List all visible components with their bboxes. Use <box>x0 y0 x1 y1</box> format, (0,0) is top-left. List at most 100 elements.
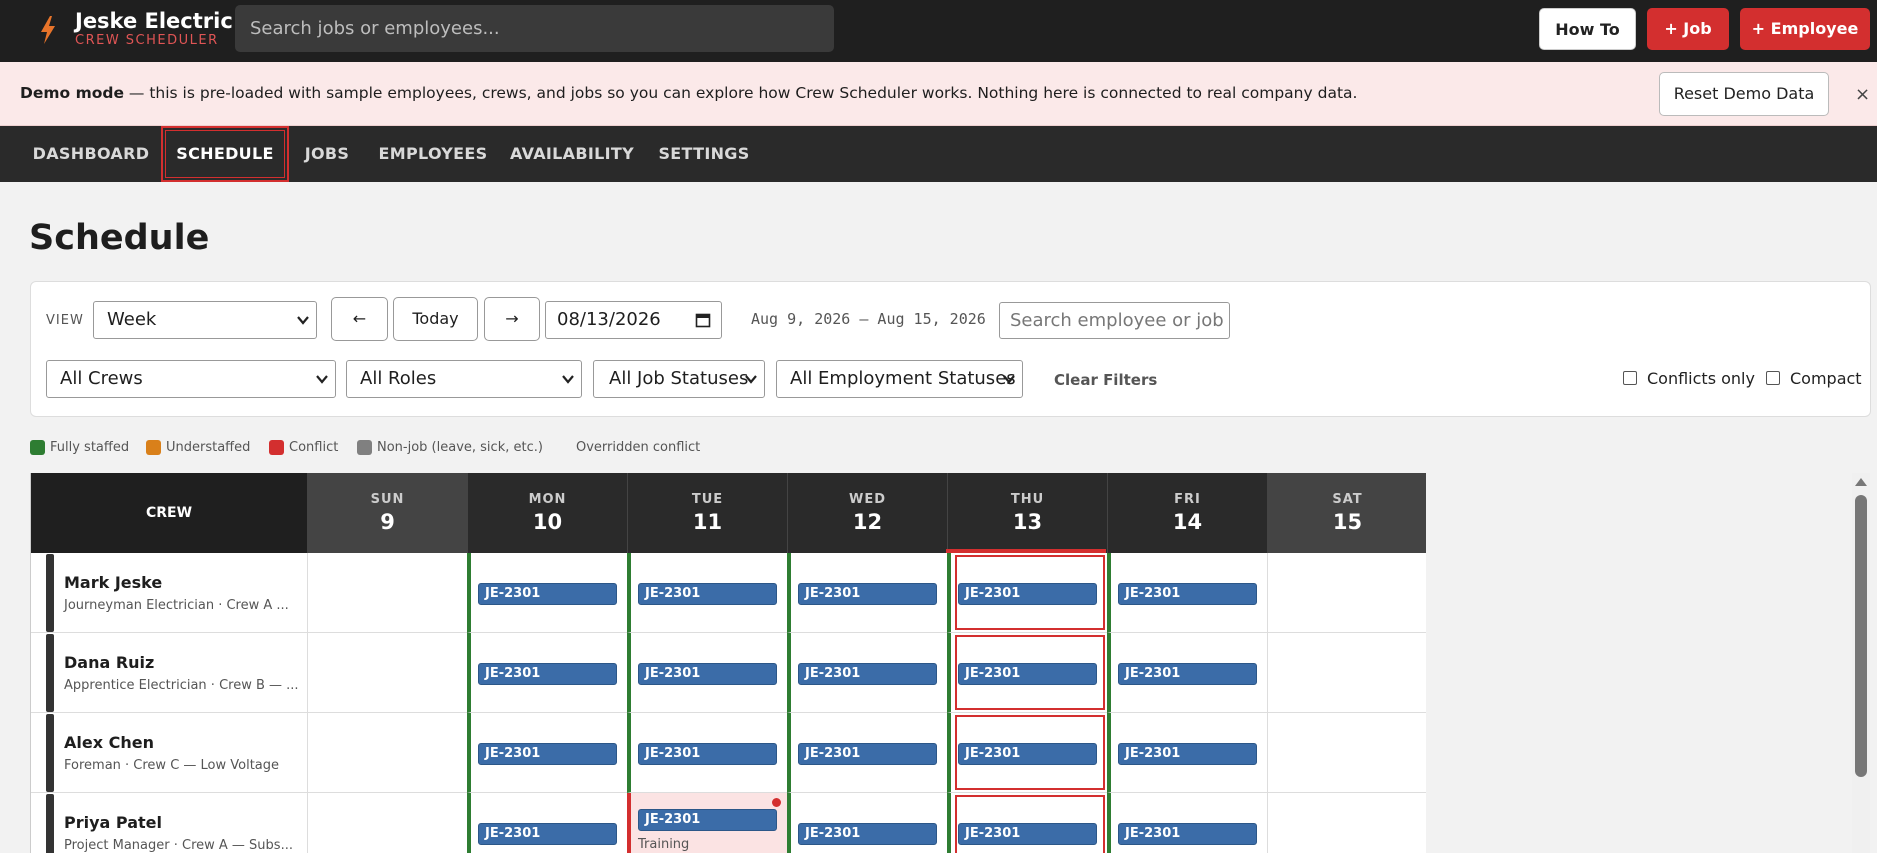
job-pill[interactable]: JE-2301 <box>638 743 777 765</box>
legend-swatch-understaffed <box>146 440 161 455</box>
view-select[interactable]: Week <box>93 301 317 339</box>
calendar-icon <box>695 313 711 328</box>
job-pill[interactable]: JE-2301 <box>958 663 1097 685</box>
job-pill[interactable]: JE-2301 <box>798 743 937 765</box>
how-to-button[interactable]: How To <box>1539 8 1636 50</box>
add-employee-button[interactable]: + Employee <box>1740 8 1870 50</box>
previous-week-button[interactable]: ← <box>331 297 388 341</box>
schedule-cell[interactable] <box>307 793 467 853</box>
schedule-cell[interactable]: JE-2301 <box>467 553 627 633</box>
schedule-cell[interactable]: JE-2301 <box>627 633 787 713</box>
schedule-cell[interactable]: JE-2301 <box>787 713 947 793</box>
crew-row-header[interactable]: Priya Patel Project Manager · Crew A — S… <box>31 793 307 853</box>
compact-label[interactable]: Compact <box>1790 369 1862 388</box>
close-icon[interactable]: × <box>1855 84 1870 105</box>
schedule-cell[interactable] <box>1267 553 1426 633</box>
schedule-cell[interactable]: JE-2301 <box>947 633 1107 713</box>
job-pill[interactable]: JE-2301 <box>1118 663 1257 685</box>
crew-row-header[interactable]: Dana Ruiz Apprentice Electrician · Crew … <box>31 633 307 713</box>
schedule-cell[interactable]: JE-2301 <box>1107 633 1267 713</box>
schedule-cell[interactable]: JE-2301 <box>467 793 627 853</box>
employee-role: Project Manager · Crew A — Subs... <box>64 838 293 853</box>
day-of-week: THU <box>1010 492 1045 507</box>
schedule-cell[interactable]: JE-2301 <box>787 793 947 853</box>
job-pill[interactable]: JE-2301 <box>798 663 937 685</box>
job-pill[interactable]: JE-2301 <box>478 583 617 605</box>
employee-job-search-input[interactable]: Search employee or job <box>999 302 1230 339</box>
schedule-cell[interactable]: JE-2301 <box>1107 713 1267 793</box>
day-header-mon: MON 10 <box>467 473 627 553</box>
chevron-down-icon <box>745 375 757 384</box>
schedule-cell[interactable] <box>307 713 467 793</box>
job-pill[interactable]: JE-2301 <box>958 583 1097 605</box>
schedule-cell[interactable]: JE-2301 <box>1107 553 1267 633</box>
non-job-label: Training <box>638 837 690 852</box>
add-job-button[interactable]: + Job <box>1647 8 1729 50</box>
employment-status-filter-select[interactable]: All Employment Statuses <box>776 360 1023 398</box>
tab-dashboard[interactable]: DASHBOARD <box>22 126 160 182</box>
job-pill[interactable]: JE-2301 <box>478 823 617 845</box>
job-pill[interactable]: JE-2301 <box>1118 743 1257 765</box>
tab-availability[interactable]: AVAILABILITY <box>505 126 639 182</box>
schedule-cell[interactable] <box>1267 713 1426 793</box>
crew-row-header[interactable]: Alex Chen Foreman · Crew C — Low Voltage <box>31 713 307 793</box>
schedule-cell-conflict[interactable]: JE-2301 Training <box>627 793 787 853</box>
schedule-cell[interactable]: JE-2301 <box>467 633 627 713</box>
day-number: 11 <box>692 510 723 534</box>
next-week-button[interactable]: → <box>484 297 540 341</box>
job-pill[interactable]: JE-2301 <box>478 743 617 765</box>
schedule-cell[interactable]: JE-2301 <box>627 553 787 633</box>
clear-filters-button[interactable]: Clear Filters <box>1054 371 1157 389</box>
today-button[interactable]: Today <box>393 297 478 341</box>
date-picker-input[interactable]: 08/13/2026 <box>545 301 722 339</box>
job-pill[interactable]: JE-2301 <box>958 743 1097 765</box>
global-search-input[interactable]: Search jobs or employees... <box>235 5 834 52</box>
reset-demo-data-button[interactable]: Reset Demo Data <box>1659 72 1829 116</box>
scrollbar-thumb[interactable] <box>1855 495 1867 777</box>
job-status-filter-value: All Job Statuses <box>609 368 749 389</box>
job-pill[interactable]: JE-2301 <box>638 809 777 831</box>
scroll-up-arrow-icon[interactable] <box>1855 478 1867 486</box>
day-header-wed: WED 12 <box>787 473 947 553</box>
schedule-cell[interactable]: JE-2301 <box>947 793 1107 853</box>
schedule-cell[interactable] <box>307 553 467 633</box>
legend-swatch-fully-staffed <box>30 440 45 455</box>
job-pill[interactable]: JE-2301 <box>638 663 777 685</box>
lightning-bolt-icon <box>41 16 55 44</box>
top-bar: Jeske Electric CREW SCHEDULER Search job… <box>0 0 1877 62</box>
conflicts-only-checkbox[interactable] <box>1623 371 1637 385</box>
tab-employees[interactable]: EMPLOYEES <box>371 126 495 182</box>
job-status-filter-select[interactable]: All Job Statuses <box>593 360 765 398</box>
schedule-cell[interactable]: JE-2301 <box>947 553 1107 633</box>
schedule-cell[interactable]: JE-2301 <box>787 553 947 633</box>
tab-settings[interactable]: SETTINGS <box>650 126 758 182</box>
view-label: VIEW <box>46 313 84 328</box>
schedule-cell[interactable]: JE-2301 <box>787 633 947 713</box>
conflicts-only-label[interactable]: Conflicts only <box>1647 369 1755 388</box>
legend-overridden-conflict: Overridden conflict <box>576 440 701 455</box>
job-pill[interactable]: JE-2301 <box>798 823 937 845</box>
job-pill[interactable]: JE-2301 <box>1118 583 1257 605</box>
brand-name: Jeske Electric <box>75 9 233 33</box>
roles-filter-select[interactable]: All Roles <box>346 360 582 398</box>
schedule-cell[interactable] <box>1267 633 1426 713</box>
compact-checkbox[interactable] <box>1766 371 1780 385</box>
crews-filter-select[interactable]: All Crews <box>46 360 336 398</box>
job-pill[interactable]: JE-2301 <box>478 663 617 685</box>
job-pill[interactable]: JE-2301 <box>798 583 937 605</box>
tab-jobs[interactable]: JOBS <box>292 126 362 182</box>
tab-schedule[interactable]: SCHEDULE <box>161 126 289 182</box>
crew-row-header[interactable]: Mark Jeske Journeyman Electrician · Crew… <box>31 553 307 633</box>
job-pill[interactable]: JE-2301 <box>1118 823 1257 845</box>
schedule-cell[interactable]: JE-2301 <box>467 713 627 793</box>
schedule-cell[interactable]: JE-2301 <box>947 713 1107 793</box>
job-pill[interactable]: JE-2301 <box>638 583 777 605</box>
schedule-cell[interactable]: JE-2301 <box>1107 793 1267 853</box>
schedule-cell[interactable]: JE-2301 <box>627 713 787 793</box>
chevron-down-icon <box>1003 375 1015 384</box>
day-of-week: SUN <box>370 492 405 507</box>
schedule-cell[interactable] <box>307 633 467 713</box>
employee-name: Dana Ruiz <box>64 653 155 672</box>
schedule-cell[interactable] <box>1267 793 1426 853</box>
job-pill[interactable]: JE-2301 <box>958 823 1097 845</box>
